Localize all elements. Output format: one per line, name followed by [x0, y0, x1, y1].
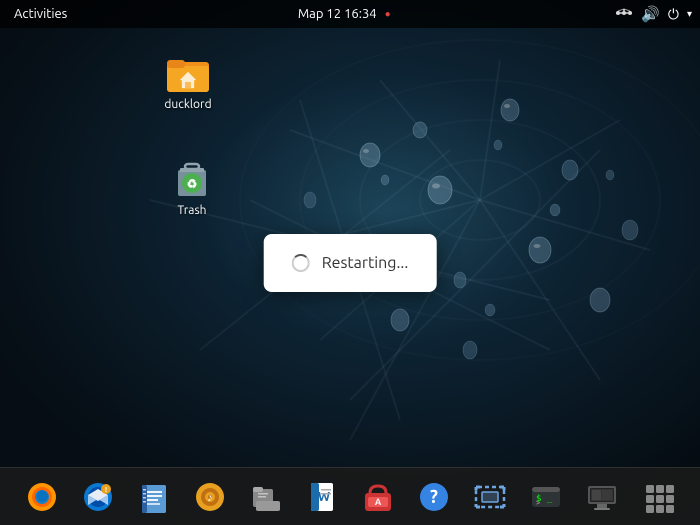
activities-button[interactable]: Activities — [8, 5, 73, 23]
taskbar-thunderbird[interactable]: ! — [72, 472, 124, 522]
taskbar-help[interactable]: ? — [408, 472, 460, 522]
taskbar-show-apps[interactable] — [632, 472, 684, 522]
volume-icon[interactable]: 🔊 — [641, 5, 660, 23]
taskbar-files[interactable] — [240, 472, 292, 522]
taskbar-screenshot[interactable] — [464, 472, 516, 522]
taskbar-rhythmbox[interactable]: ♪ — [184, 472, 236, 522]
taskbar-notes[interactable] — [128, 472, 180, 522]
ducklord-icon[interactable]: ducklord — [148, 42, 228, 115]
trash-icon[interactable]: ♻ Trash — [152, 148, 232, 221]
topbar-left: Activities — [8, 5, 73, 23]
taskbar-software-center[interactable]: A — [352, 472, 404, 522]
restart-dialog: Restarting... — [264, 234, 437, 292]
calendar-label[interactable]: Map 12 16:34 — [298, 7, 377, 21]
svg-text:♻: ♻ — [187, 178, 198, 191]
restart-text: Restarting... — [322, 254, 409, 272]
svg-text:!: ! — [105, 486, 107, 494]
topbar-center: Map 12 16:34 ● — [298, 7, 391, 21]
taskbar-firefox[interactable] — [16, 472, 68, 522]
restart-spinner — [292, 254, 310, 272]
trash-label: Trash — [177, 204, 206, 217]
power-icon[interactable]: ⏻ — [668, 6, 679, 23]
system-menu-arrow[interactable]: ▾ — [687, 8, 692, 20]
desktop: Activities Map 12 16:34 ● � — [0, 0, 700, 525]
svg-text:A: A — [375, 497, 382, 507]
recording-dot: ● — [385, 8, 391, 20]
taskbar-terminal[interactable]: $ _ > — [520, 472, 572, 522]
svg-text:♪: ♪ — [207, 492, 213, 504]
network-icon[interactable] — [615, 6, 633, 23]
taskbar-writer[interactable]: W — [296, 472, 348, 522]
trash-folder-image: ♻ — [168, 152, 216, 200]
ducklord-label: ducklord — [164, 98, 211, 111]
svg-text:?: ? — [430, 487, 438, 507]
svg-text:W: W — [318, 490, 330, 504]
svg-text:>: > — [536, 499, 540, 507]
topbar-right: 🔊 ⏻ ▾ — [615, 5, 692, 23]
topbar: Activities Map 12 16:34 ● � — [0, 0, 700, 28]
taskbar-monitor[interactable] — [576, 472, 628, 522]
taskbar: ! — [0, 467, 700, 525]
ducklord-folder-image — [164, 46, 212, 94]
